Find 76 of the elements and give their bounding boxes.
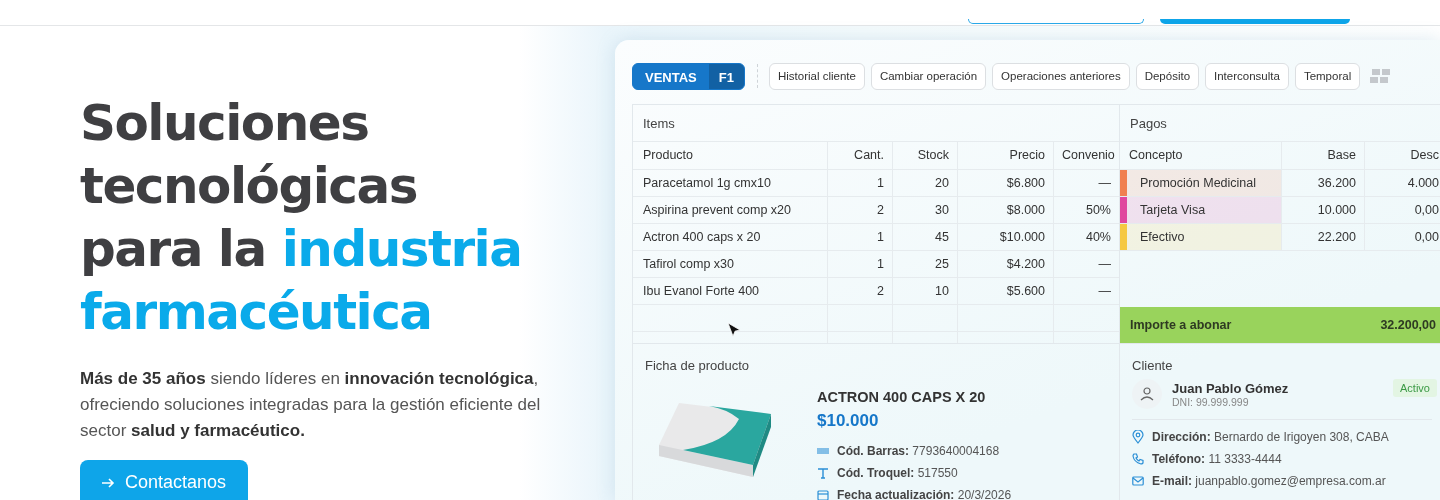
product-name: ACTRON 400 CAPS X 20	[817, 389, 987, 405]
table-cell: Actron 400 caps x 20	[633, 224, 828, 250]
client-id: DNI: 99.999.999	[1172, 395, 1250, 408]
text-icon	[817, 467, 829, 479]
total-label: Importe a abonar	[1130, 318, 1232, 332]
table-cell: 10.000	[1282, 197, 1365, 223]
table-cell: 2	[828, 197, 893, 223]
status-badge: Activo	[1393, 379, 1437, 397]
table-cell: Efectivo	[1120, 224, 1282, 250]
calendar-icon	[817, 489, 829, 500]
table-cell: 4.000	[1365, 170, 1440, 196]
table-cell: 2	[828, 278, 893, 304]
toolbar-tab[interactable]: Operaciones anteriores	[992, 62, 1130, 90]
table-cell: $4.200	[958, 251, 1054, 277]
client-detail: Teléfono: 11 3333-4444	[1152, 452, 1282, 466]
mouse-cursor-icon	[727, 322, 741, 338]
total-value: 32.200,00	[1380, 318, 1436, 332]
tiles-icon[interactable]	[1370, 68, 1391, 84]
column-header: Convenio	[1061, 147, 1116, 164]
column-header: Stock	[893, 142, 958, 169]
product-detail: Cód. Barras: 7793640004168	[837, 444, 1000, 458]
table-cell-text: 40%	[1084, 229, 1112, 246]
product-price: $10.000	[817, 411, 880, 431]
table-cell: 10	[893, 278, 958, 304]
table-cell: 0,00	[1365, 197, 1440, 223]
location-pin-icon	[1132, 430, 1144, 444]
column-header: Concepto	[1120, 142, 1282, 169]
table-cell: 20	[893, 170, 958, 196]
table-cell: Promoción Medicinal	[1120, 170, 1282, 196]
hero-title: Soluciones tecnológicas para la industria farmacéutica	[80, 93, 523, 343]
column-header: Precio	[958, 142, 1054, 169]
toolbar-tab[interactable]: Cambiar operación	[870, 62, 987, 90]
column-header: Producto	[633, 142, 828, 169]
client-detail: Dirección: Bernardo de Irigoyen 308, CABA	[1152, 430, 1389, 444]
table-cell-text: —	[1097, 283, 1112, 300]
panel-title: Pagos	[1120, 105, 1440, 142]
hero-description: Más de 35 años siendo líderes en innovación tecnológica, ofreciendo soluciones integradas para la gestión eficiente del sector salud y farmacéutico.	[80, 368, 542, 442]
toolbar-tab[interactable]: Temporal	[1294, 62, 1361, 90]
table-cell: 0,00	[1365, 224, 1440, 250]
toolbar-tab[interactable]: Historial cliente	[768, 62, 865, 90]
table-cell-text: 50%	[1084, 202, 1112, 219]
table-cell: Ibu Evanol Forte 400	[633, 278, 828, 304]
table-cell: Tafirol comp x30	[633, 251, 828, 277]
sales-tab[interactable]: VENTAS F1	[632, 62, 745, 90]
mail-icon	[1132, 475, 1144, 487]
table-cell: 25	[893, 251, 958, 277]
person-icon	[1140, 387, 1154, 401]
table-cell: 22.200	[1282, 224, 1365, 250]
toolbar-tab[interactable]: Interconsulta	[1205, 62, 1289, 90]
table-cell-text: —	[1097, 175, 1112, 192]
table-cell: 1	[828, 251, 893, 277]
table-cell: $10.000	[958, 224, 1054, 250]
table-cell: $5.600	[958, 278, 1054, 304]
table-cell: 36.200	[1282, 170, 1365, 196]
panel-title: Ficha de producto	[645, 358, 751, 373]
panel-title: Items	[633, 105, 1119, 142]
table-cell: $8.000	[958, 197, 1054, 223]
product-detail: Cód. Troquel: 517550	[837, 466, 958, 480]
table-cell: 1	[828, 170, 893, 196]
phone-icon	[1132, 453, 1144, 465]
column-header: Cant.	[828, 142, 893, 169]
table-cell: Paracetamol 1g cmx10	[633, 170, 828, 196]
client-detail: E-mail: juanpablo.gomez@empresa.com.ar	[1152, 474, 1386, 488]
toolbar-tab[interactable]: Depósito	[1135, 62, 1200, 90]
column-header: Base	[1282, 142, 1365, 169]
table-cell: Aspirina prevent comp x20	[633, 197, 828, 223]
column-header: Desc	[1365, 142, 1440, 169]
table-cell-text: —	[1097, 256, 1112, 273]
client-name: Juan Pablo Gómez	[1172, 380, 1290, 396]
table-cell: $6.800	[958, 170, 1054, 196]
panel-title: Cliente	[1132, 358, 1174, 373]
product-detail: Fecha actualización: 20/3/2026	[837, 488, 1012, 500]
table-cell: Tarjeta Visa	[1120, 197, 1282, 223]
table-cell: 30	[893, 197, 958, 223]
table-cell: 1	[828, 224, 893, 250]
table-cell: 45	[893, 224, 958, 250]
